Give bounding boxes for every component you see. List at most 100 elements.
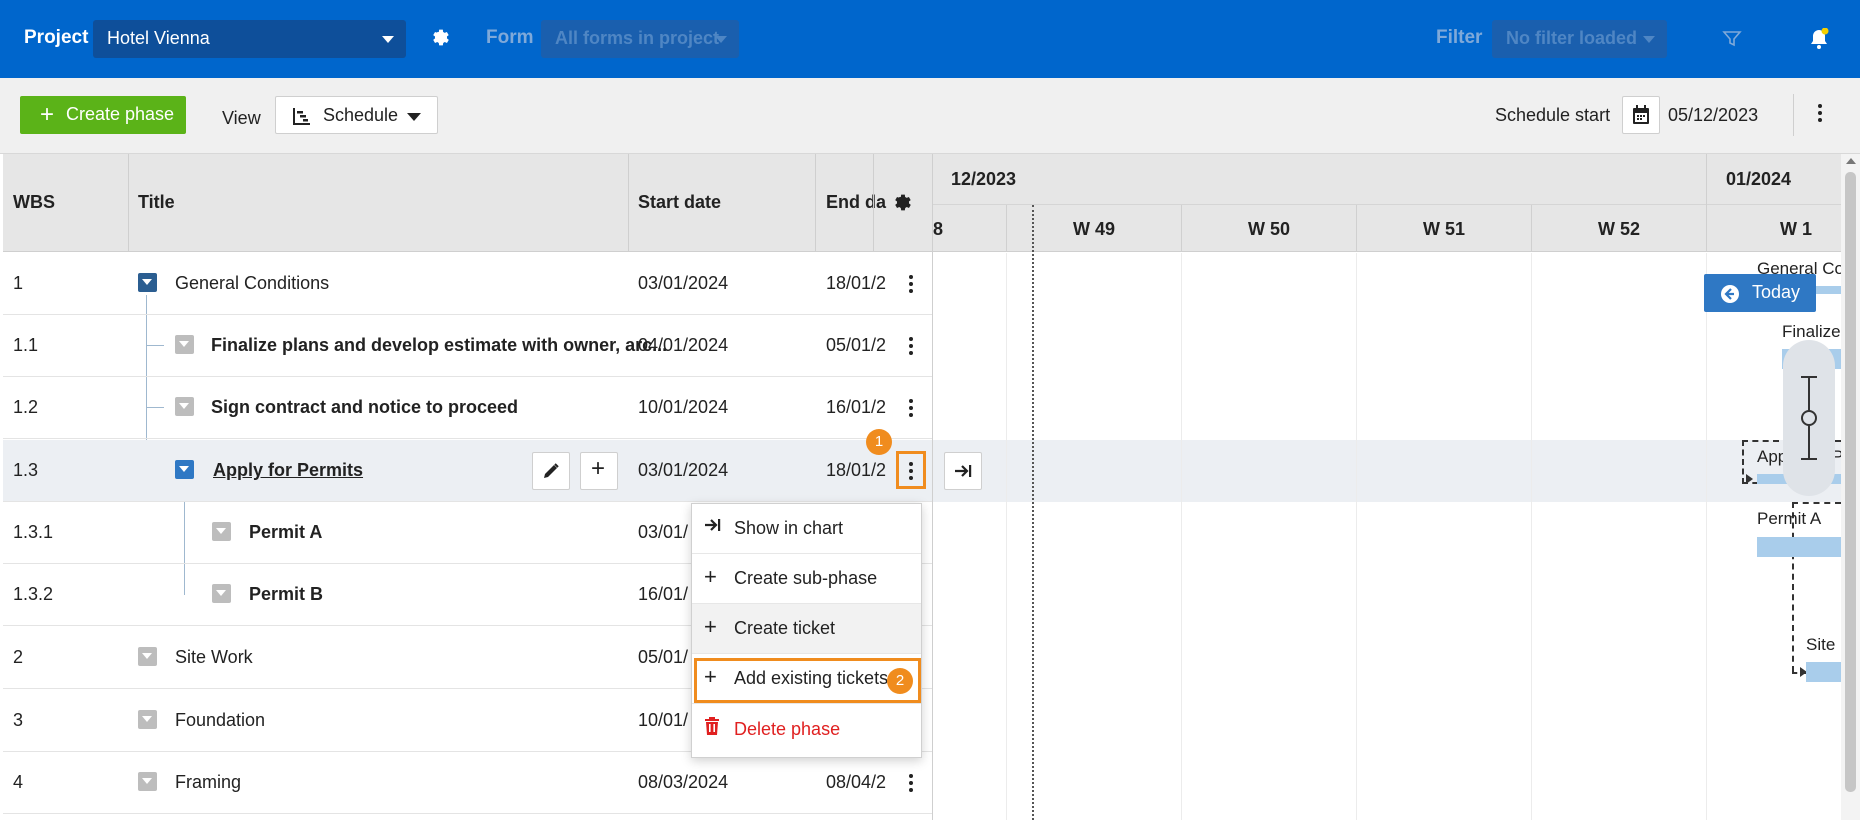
slider-handle[interactable]: [1801, 410, 1817, 426]
edit-button[interactable]: [532, 452, 570, 490]
title-cell[interactable]: Finalize plans and develop estimate with…: [211, 335, 667, 356]
title-cell[interactable]: Foundation: [175, 710, 265, 731]
more-options-icon[interactable]: [1810, 100, 1830, 126]
title-cell[interactable]: Apply for Permits: [213, 460, 363, 481]
vertical-scrollbar[interactable]: [1841, 154, 1860, 820]
collapse-toggle-icon[interactable]: [138, 710, 157, 729]
menu-item-label: Show in chart: [734, 518, 844, 538]
filter-icon[interactable]: [1722, 29, 1742, 54]
collapse-toggle-icon[interactable]: [212, 522, 231, 541]
row-more-options-icon[interactable]: [901, 333, 921, 359]
column-header-end-date[interactable]: End da: [826, 192, 886, 213]
zoom-slider[interactable]: [1783, 340, 1835, 496]
grid-line: [1706, 253, 1707, 820]
menu-item-delete-phase[interactable]: Delete phase: [692, 705, 921, 755]
week-label: W 1: [1780, 219, 1813, 239]
column-header-start-date[interactable]: Start date: [638, 192, 721, 213]
chevron-down-icon: [1643, 36, 1655, 43]
column-divider: [815, 154, 816, 252]
end-date-cell: 18/01/2: [826, 460, 887, 480]
form-select[interactable]: All forms in project: [541, 20, 739, 58]
plus-icon: +: [40, 101, 55, 128]
title-cell[interactable]: Framing: [175, 772, 241, 793]
scrollbar-thumb[interactable]: [1845, 172, 1856, 792]
top-bar: Project Hotel Vienna Form All forms in p…: [0, 0, 1860, 78]
arrow-to-right-icon: [704, 516, 722, 538]
end-date-cell: 16/01/2: [826, 397, 887, 417]
collapse-toggle-icon[interactable]: [175, 397, 194, 416]
timeline-week-header: 8 W 49 W 50 W 51 W 52 W 1: [933, 205, 1841, 252]
menu-item-show-in-chart[interactable]: Show in chart: [692, 504, 921, 554]
row-more-options-icon[interactable]: [901, 770, 921, 796]
week-label: W 52: [1598, 219, 1641, 239]
table-row[interactable]: 1.1 Finalize plans and develop estimate …: [3, 315, 932, 377]
table-row[interactable]: 1 General Conditions 03/01/2024 18/01/2: [3, 253, 932, 315]
grid-line: [1356, 253, 1357, 820]
bar-label: Permit A: [1757, 509, 1822, 528]
chevron-down-icon: [715, 36, 727, 43]
column-header-wbs[interactable]: WBS: [13, 192, 55, 213]
row-more-options-icon[interactable]: [901, 395, 921, 421]
filter-select-value: No filter loaded: [1506, 28, 1638, 48]
slider-track-cap: [1801, 376, 1817, 378]
scroll-up-icon[interactable]: [1846, 158, 1856, 164]
arrow-to-right-icon: [954, 462, 972, 485]
wbs-cell: 4: [13, 772, 24, 792]
timeline-chart[interactable]: [933, 253, 1841, 820]
collapse-toggle-icon[interactable]: [138, 772, 157, 791]
show-in-chart-button[interactable]: [944, 452, 982, 490]
arrow-left-circle-icon: [1720, 284, 1740, 309]
project-select[interactable]: Hotel Vienna: [93, 20, 406, 58]
collapse-toggle-icon[interactable]: [138, 273, 157, 292]
row-more-options-icon[interactable]: [901, 271, 921, 297]
form-label: Form: [486, 27, 534, 48]
today-button[interactable]: Today: [1704, 274, 1816, 312]
title-cell[interactable]: General Conditions: [175, 273, 329, 294]
week-label: W 50: [1248, 219, 1291, 239]
pane-divider: [932, 154, 933, 820]
title-cell[interactable]: Permit B: [249, 584, 323, 605]
grid-line: [1006, 253, 1007, 820]
today-label: Today: [1752, 282, 1801, 302]
title-cell[interactable]: Permit A: [249, 522, 322, 543]
menu-item-create-sub-phase[interactable]: + Create sub-phase: [692, 554, 921, 604]
gear-icon[interactable]: [430, 27, 452, 54]
trash-icon: [704, 717, 720, 739]
table-row[interactable]: 1.2 Sign contract and notice to proceed …: [3, 377, 932, 439]
menu-item-label: Delete phase: [734, 719, 841, 739]
table-row-selected[interactable]: 1.3 Apply for Permits + 03/01/2024 18/01…: [3, 440, 982, 502]
create-phase-label: Create phase: [66, 104, 175, 124]
bell-icon[interactable]: [1808, 27, 1830, 55]
start-date-cell: 03/01/: [638, 522, 689, 542]
schedule-start-value[interactable]: 05/12/2023: [1668, 105, 1758, 126]
gantt-bar[interactable]: [1806, 662, 1841, 682]
create-phase-button[interactable]: + Create phase: [20, 96, 186, 134]
week-divider: [1181, 205, 1182, 252]
week-divider: [1356, 205, 1357, 252]
phase-context-menu: Show in chart + Create sub-phase + Creat…: [691, 503, 922, 758]
menu-item-create-ticket[interactable]: + Create ticket: [692, 604, 921, 654]
column-header-title[interactable]: Title: [138, 192, 175, 213]
project-label: Project: [24, 27, 89, 48]
filter-select[interactable]: No filter loaded: [1492, 20, 1667, 58]
collapse-toggle-icon[interactable]: [175, 335, 194, 354]
add-button[interactable]: +: [580, 452, 618, 490]
column-divider: [873, 154, 874, 252]
toolbar: + Create phase View Schedule Schedule st…: [0, 78, 1860, 154]
month-divider: [1706, 154, 1707, 205]
calendar-button[interactable]: [1622, 96, 1660, 134]
title-cell[interactable]: Sign contract and notice to proceed: [211, 397, 518, 418]
table-row[interactable]: 4 Framing 08/03/2024 08/04/2: [3, 752, 932, 814]
title-cell[interactable]: Site Work: [175, 647, 253, 668]
gantt-bar[interactable]: [1757, 537, 1841, 557]
pencil-icon: [542, 462, 560, 485]
week-divider: [1006, 205, 1007, 252]
collapse-toggle-icon[interactable]: [175, 460, 194, 479]
collapse-toggle-icon[interactable]: [212, 584, 231, 603]
start-date-cell: 03/01/2024: [638, 273, 729, 293]
view-select[interactable]: Schedule: [275, 96, 438, 134]
collapse-toggle-icon[interactable]: [138, 647, 157, 666]
gantt-icon: [292, 106, 312, 131]
column-settings-gear-icon[interactable]: [892, 192, 914, 219]
end-date-cell: 05/01/2: [826, 335, 887, 355]
